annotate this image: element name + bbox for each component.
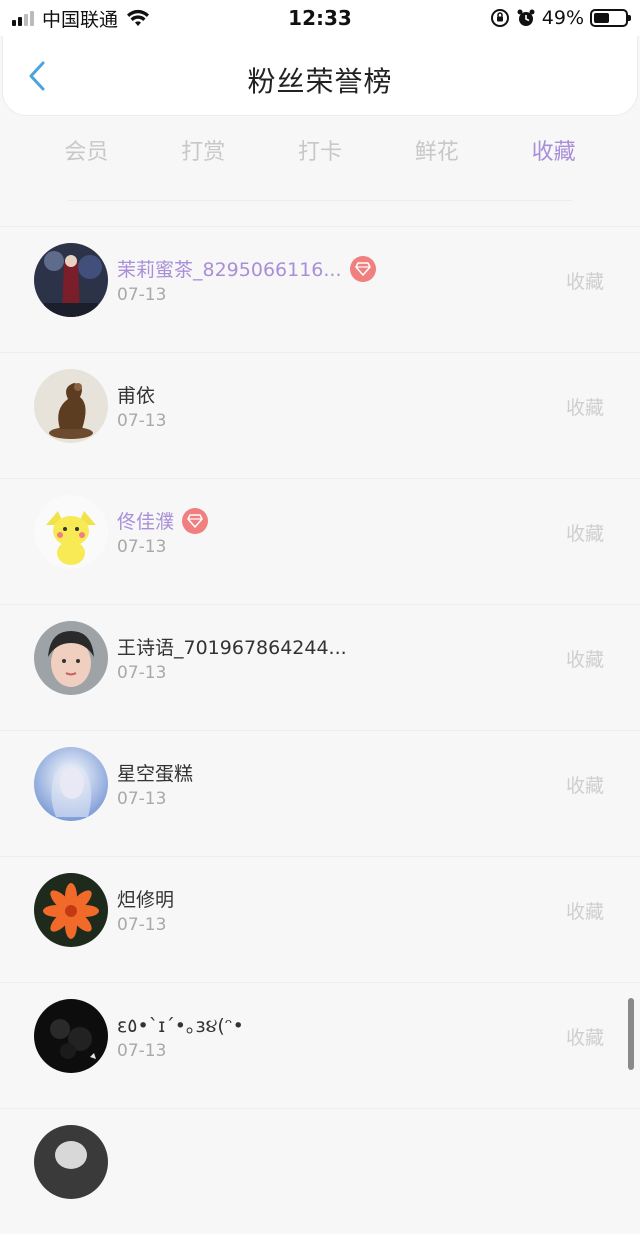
list-item[interactable]: 佟佳濮 07-13 收藏 [0, 478, 640, 604]
nav-header: 粉丝荣誉榜 [2, 36, 638, 116]
page-title: 粉丝荣誉榜 [247, 65, 393, 98]
list-item[interactable]: 王诗语_701967864244... 07-13 收藏 [0, 604, 640, 730]
status-right: 49% [490, 6, 631, 30]
list-item[interactable]: ε٥•`ɪ´•｡з૪(ᵔ• 07-13 收藏 [0, 982, 640, 1108]
user-name[interactable]: ε٥•`ɪ´•｡з૪(ᵔ• [117, 1011, 244, 1038]
avatar[interactable] [34, 1125, 108, 1199]
avatar[interactable] [34, 243, 108, 317]
tab-favorites[interactable]: 收藏 [528, 126, 580, 174]
user-name[interactable]: 茉莉蜜茶_8295066116... [117, 255, 342, 282]
action-label: 收藏 [565, 397, 604, 419]
avatar[interactable] [34, 495, 108, 569]
name-line: 王诗语_701967864244... [117, 633, 347, 660]
tab-members[interactable]: 会员 [60, 126, 112, 174]
list-item-partial[interactable] [0, 1108, 640, 1234]
name-line: 茉莉蜜茶_8295066116... [117, 255, 376, 282]
vip-badge [349, 255, 376, 282]
status-bar: 中国联通 12:33 49% [0, 0, 640, 36]
name-line: 炟修明 [117, 885, 174, 912]
fav-date: 07-13 [117, 411, 167, 431]
action-label: 收藏 [565, 271, 604, 293]
fav-date: 07-13 [117, 789, 167, 809]
action-label: 收藏 [565, 901, 604, 923]
name-line: 星空蛋糕 [117, 759, 193, 786]
user-name[interactable]: 星空蛋糕 [117, 759, 193, 786]
diamond-icon [354, 261, 371, 276]
action-label: 收藏 [565, 775, 604, 797]
user-name[interactable]: 甫依 [117, 381, 155, 408]
orientation-lock-icon [490, 9, 509, 27]
fan-list: 茉莉蜜茶_8295066116... 07-13 收藏 甫依 07-13 收藏 [0, 226, 640, 1234]
tab-flowers[interactable]: 鲜花 [411, 126, 463, 174]
avatar[interactable] [34, 999, 108, 1073]
fav-date: 07-13 [117, 663, 167, 683]
name-line: 佟佳濮 [117, 507, 209, 534]
fav-date: 07-13 [117, 285, 167, 305]
avatar[interactable] [34, 747, 108, 821]
battery-icon [590, 9, 631, 27]
fav-date: 07-13 [117, 537, 167, 557]
fav-date: 07-13 [117, 1041, 167, 1061]
tab-checkin[interactable]: 打卡 [294, 126, 346, 174]
name-line: 甫依 [117, 381, 155, 408]
fav-date: 07-13 [117, 915, 167, 935]
alarm-icon [517, 9, 535, 26]
user-name[interactable]: 炟修明 [117, 885, 174, 912]
avatar[interactable] [34, 369, 108, 443]
diamond-icon [187, 513, 203, 528]
list-item[interactable]: 星空蛋糕 07-13 收藏 [0, 730, 640, 856]
list-item[interactable]: 茉莉蜜茶_8295066116... 07-13 收藏 [0, 226, 640, 352]
divider [68, 200, 572, 201]
scrollbar[interactable] [628, 998, 634, 1070]
action-label: 收藏 [565, 1027, 604, 1049]
action-label: 收藏 [565, 523, 604, 545]
battery-percent: 49% [541, 7, 584, 29]
tab-bar: 会员 打赏 打卡 鲜花 收藏 [0, 118, 640, 182]
tab-tips[interactable]: 打赏 [177, 126, 229, 174]
avatar[interactable] [34, 621, 108, 695]
avatar[interactable] [34, 873, 108, 947]
name-line: ε٥•`ɪ´•｡з૪(ᵔ• [117, 1011, 244, 1038]
user-name[interactable]: 佟佳濮 [117, 507, 174, 534]
user-name[interactable]: 王诗语_701967864244... [117, 633, 347, 660]
action-label: 收藏 [565, 649, 604, 671]
list-item[interactable]: 甫依 07-13 收藏 [0, 352, 640, 478]
vip-badge [182, 507, 209, 534]
list-item[interactable]: 炟修明 07-13 收藏 [0, 856, 640, 982]
battery-level [594, 13, 609, 23]
